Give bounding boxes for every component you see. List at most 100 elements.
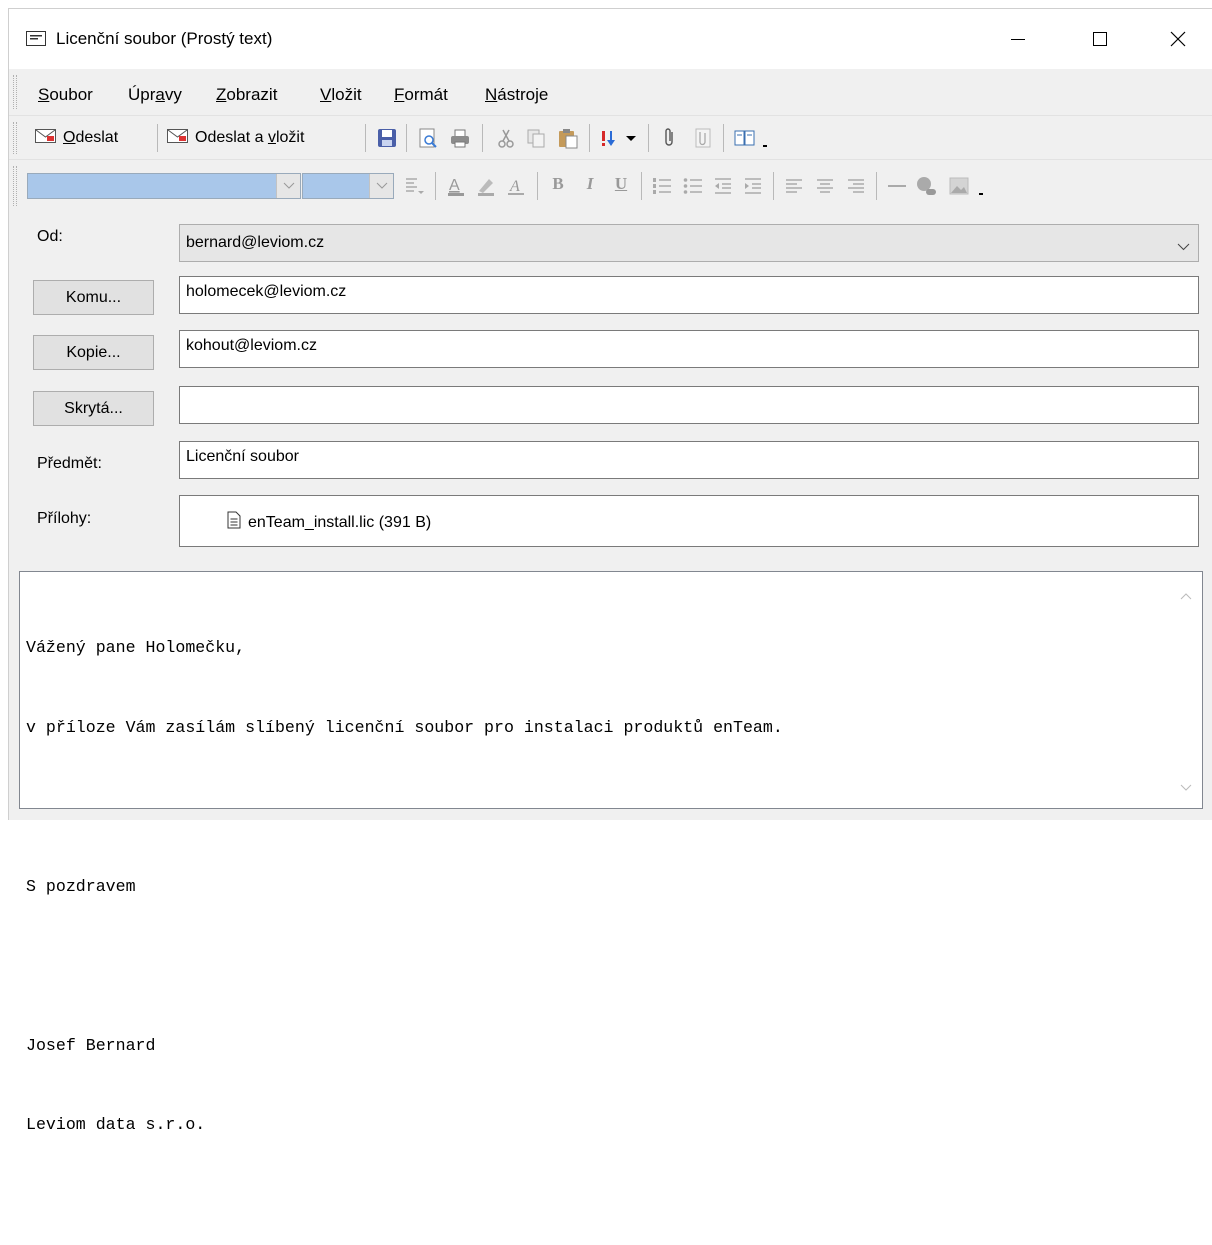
attachment-item[interactable]: enTeam_install.lic (391 B): [227, 511, 431, 534]
from-value: bernard@leviom.cz: [186, 234, 325, 251]
bullet-list-icon[interactable]: [682, 175, 704, 197]
menu-zobrazit[interactable]: Zobrazit: [216, 85, 277, 105]
menu-soubor[interactable]: Soubor: [38, 85, 93, 105]
copy-icon[interactable]: [525, 127, 547, 149]
align-center-icon[interactable]: [814, 175, 836, 197]
cc-field[interactable]: kohout@leviom.cz: [179, 330, 1199, 368]
print-preview-icon[interactable]: [417, 127, 439, 149]
italic-icon[interactable]: I: [579, 174, 601, 196]
font-color-icon[interactable]: A: [445, 175, 467, 197]
menu-nastroje[interactable]: Nástroje: [485, 85, 548, 105]
underline-icon[interactable]: U: [610, 174, 632, 196]
font-size-combo[interactable]: [302, 173, 394, 199]
toolbar-separator: [648, 124, 649, 152]
menu-format[interactable]: Formát: [394, 85, 448, 105]
close-button[interactable]: [1155, 19, 1201, 59]
close-icon: [1170, 31, 1186, 47]
chevron-down-icon[interactable]: [369, 174, 393, 198]
from-label: Od:: [37, 228, 63, 245]
toolbar-separator: [589, 124, 590, 152]
bcc-field[interactable]: [179, 386, 1199, 424]
attachments-label: Přílohy:: [37, 510, 92, 527]
toolbar-separator: [641, 172, 642, 200]
toolbar-separator: [157, 124, 158, 152]
outdent-icon[interactable]: [712, 175, 734, 197]
clear-format-icon[interactable]: A: [505, 175, 527, 197]
minimize-button[interactable]: [995, 19, 1041, 59]
scroll-down-icon[interactable]: [1180, 776, 1192, 803]
priority-icon[interactable]: [599, 127, 621, 149]
title-bar: Licenční soubor (Prostý text): [9, 9, 1212, 69]
maximize-icon: [1092, 31, 1108, 47]
maximize-button[interactable]: [1077, 19, 1123, 59]
save-icon[interactable]: [376, 127, 398, 149]
to-button[interactable]: Komu...: [33, 280, 154, 315]
toolbar-separator: [876, 172, 877, 200]
address-book-icon[interactable]: [733, 127, 755, 149]
toolbar-separator: [406, 124, 407, 152]
chevron-down-icon[interactable]: [1177, 238, 1190, 256]
body-line: ​: [26, 953, 1202, 980]
menu-grip[interactable]: [13, 75, 17, 109]
message-body[interactable]: Vážený pane Holomečku, v příloze Vám zas…: [19, 571, 1203, 1134]
minimize-icon: [1010, 31, 1026, 47]
window-title: Licenční soubor (Prostý text): [56, 29, 273, 48]
subject-field[interactable]: Licenční soubor: [179, 441, 1199, 479]
format-grip[interactable]: [13, 166, 17, 206]
menu-upravy[interactable]: Úpravy: [128, 85, 182, 105]
toolbar-separator: [482, 124, 483, 152]
format-overflow-icon[interactable]: [975, 175, 997, 197]
scroll-up-icon[interactable]: [1180, 584, 1192, 611]
send-button[interactable]: Odeslat: [35, 125, 118, 151]
priority-dropdown-icon[interactable]: [624, 127, 646, 149]
toolbar-separator: [773, 172, 774, 200]
compose-window: Licenční soubor (Prostý text) Soubor Úpr…: [8, 8, 1212, 1134]
body-line: Vážený pane Holomečku,: [26, 638, 246, 657]
attachments-box: enTeam_install.lic (391 B): [179, 495, 1199, 547]
send-icon: [35, 128, 57, 149]
indent-icon[interactable]: [742, 175, 764, 197]
send-insert-button[interactable]: Odeslat a vložit: [167, 125, 304, 151]
numbered-list-icon[interactable]: [651, 175, 673, 197]
body-line: Josef Bernard: [26, 1035, 156, 1055]
cut-icon[interactable]: [495, 127, 517, 149]
toolbar-separator: [365, 124, 366, 152]
main-toolbar: Odeslat Odeslat a vložit: [9, 115, 1212, 159]
bold-icon[interactable]: B: [547, 174, 569, 196]
from-select[interactable]: bernard@leviom.cz: [179, 224, 1199, 262]
svg-text:A: A: [449, 177, 460, 194]
align-left-icon[interactable]: [783, 175, 805, 197]
svg-text:A: A: [509, 178, 520, 195]
link-icon[interactable]: [914, 175, 936, 197]
send-insert-icon: [167, 128, 189, 149]
paste-icon[interactable]: [557, 127, 579, 149]
toolbar-separator: [537, 172, 538, 200]
align-right-icon[interactable]: [845, 175, 867, 197]
bcc-button[interactable]: Skrytá...: [33, 391, 154, 426]
highlight-icon[interactable]: [475, 175, 497, 197]
document-icon: [227, 511, 241, 534]
image-icon[interactable]: [948, 175, 970, 197]
menu-vlozit[interactable]: Vložit: [320, 85, 362, 105]
body-line: Leviom data s.r.o.: [26, 1115, 206, 1134]
to-field[interactable]: holomecek@leviom.cz: [179, 276, 1199, 314]
attachment-name: enTeam_install.lic (391 B): [248, 513, 432, 531]
subject-label: Předmět:: [37, 455, 102, 472]
paragraph-style-icon[interactable]: [403, 175, 425, 197]
toolbar-separator: [723, 124, 724, 152]
chevron-down-icon[interactable]: [276, 174, 300, 198]
format-toolbar: A A B I U: [9, 159, 1212, 211]
cc-button[interactable]: Kopie...: [33, 335, 154, 370]
toolbar-separator: [435, 172, 436, 200]
attach-icon[interactable]: [659, 127, 681, 149]
toolbar-grip[interactable]: [13, 122, 17, 154]
body-line: S pozdravem: [26, 876, 136, 896]
message-icon: [26, 31, 46, 46]
horizontal-line-icon[interactable]: [886, 175, 908, 197]
toolbar-overflow-icon[interactable]: [759, 127, 781, 149]
attach-inline-icon[interactable]: [692, 127, 714, 149]
body-line: v příloze Vám zasílám slíbený licenční s…: [26, 717, 783, 737]
print-icon[interactable]: [449, 127, 471, 149]
font-name-combo[interactable]: [27, 173, 301, 199]
body-line: ​: [26, 794, 1202, 821]
